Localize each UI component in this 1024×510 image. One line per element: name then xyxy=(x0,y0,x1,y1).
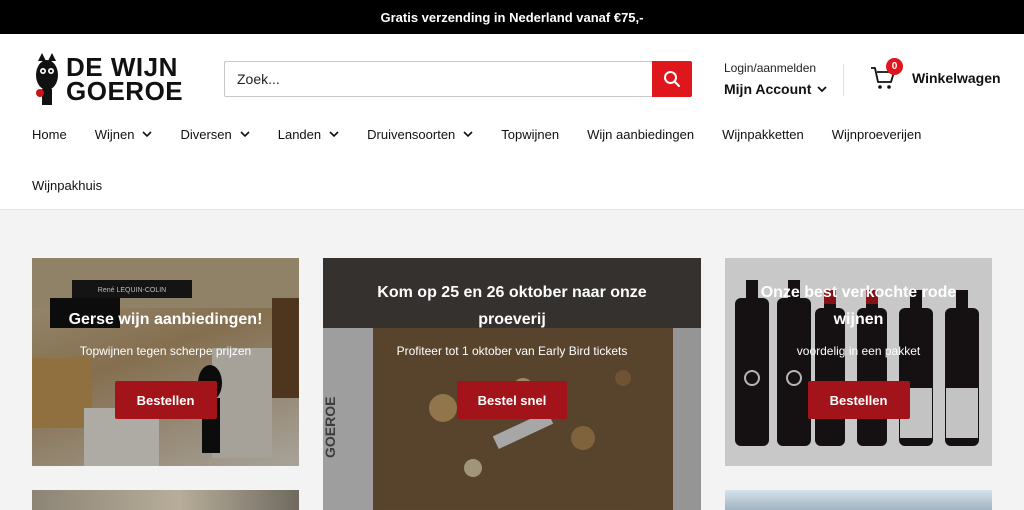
search-input[interactable] xyxy=(224,61,652,97)
my-account-toggle[interactable]: Mijn Account xyxy=(724,81,828,97)
chevron-down-icon xyxy=(142,130,153,137)
promo-card-partial-right[interactable] xyxy=(725,490,992,510)
main-navigation: Home Wijnen Diversen Landen Druivensoort… xyxy=(32,122,992,197)
mascot-logo-icon xyxy=(36,53,58,105)
announcement-bar: Gratis verzending in Nederland vanaf €75… xyxy=(0,0,1024,34)
chevron-down-icon xyxy=(329,130,339,137)
nav-row: Wijnpakhuis xyxy=(32,173,992,197)
card-order-button[interactable]: Bestellen xyxy=(114,381,217,419)
nav-item-label: Wijnpakhuis xyxy=(32,177,103,193)
card-subtitle: Topwijnen tegen scherpe prijzen xyxy=(79,344,252,358)
nav-item-wijnpakhuis[interactable]: Wijnpakhuis xyxy=(32,178,102,193)
card-subtitle: Profiteer tot 1 oktober van Early Bird t… xyxy=(396,344,628,358)
nav-item-wijnproeverijen[interactable]: Wijnproeverijen xyxy=(832,127,922,142)
card-title: Onze best verkochte rode wijnen xyxy=(760,284,957,328)
nav-item-label: Wijnpakketten xyxy=(722,126,804,142)
announcement-text: Gratis verzending in Nederland vanaf €75… xyxy=(380,9,644,25)
nav-item-label: Wijn aanbiedingen xyxy=(587,126,695,142)
nav-item-wijn-aanbiedingen[interactable]: Wijn aanbiedingen xyxy=(587,127,694,142)
nav-item-druivensoorten[interactable]: Druivensoorten xyxy=(367,127,473,142)
card-order-button[interactable]: Bestellen xyxy=(807,381,910,419)
cart-link[interactable]: 0 Winkelwagen xyxy=(870,58,1001,90)
search-icon xyxy=(664,71,680,87)
card-order-button[interactable]: Bestel snel xyxy=(457,381,567,419)
nav-item-landen[interactable]: Landen xyxy=(278,127,339,142)
promo-card-proeverij[interactable]: GOEROE Kom op 25 en 26 oktober naar onze… xyxy=(323,258,701,510)
card-overlay xyxy=(32,258,299,466)
card-subtitle: voordelig in een pakket xyxy=(796,344,921,358)
chevron-down-icon xyxy=(240,130,250,137)
nav-item-label: Wijnproeverijen xyxy=(831,126,922,142)
logo-line-2: GOEROE xyxy=(66,76,184,106)
logo-wordmark: DE WIJN GOEROE xyxy=(66,54,184,106)
nav-item-wijnen[interactable]: Wijnen xyxy=(95,127,153,142)
header-divider xyxy=(843,64,844,96)
chevron-down-icon xyxy=(463,130,473,137)
promo-card-rode-wijnen[interactable]: Onze best verkochte rode wijnen voordeli… xyxy=(725,258,992,466)
nav-item-label: Diversen xyxy=(180,126,232,142)
cart-icon: 0 xyxy=(870,58,903,90)
site-header: DE WIJN GOEROE Login/aanmelden Mijn Acco… xyxy=(0,34,1024,210)
nav-item-home[interactable]: Home xyxy=(32,127,67,142)
promo-card-aanbiedingen[interactable]: René LEQUIN-COLIN Gerse wijn aanbiedinge… xyxy=(32,258,299,466)
promo-card-partial-left[interactable] xyxy=(32,490,299,510)
search-bar xyxy=(224,61,692,97)
nav-item-label: Landen xyxy=(277,126,322,142)
nav-item-label: Druivensoorten xyxy=(367,126,456,142)
nav-item-wijnpakketten[interactable]: Wijnpakketten xyxy=(722,127,804,142)
chevron-down-icon xyxy=(817,85,828,92)
nav-item-label: Topwijnen xyxy=(501,126,560,142)
nav-row: Home Wijnen Diversen Landen Druivensoort… xyxy=(32,122,992,146)
search-button[interactable] xyxy=(652,61,692,97)
cart-label: Winkelwagen xyxy=(912,70,1001,86)
login-link[interactable]: Login/aanmelden xyxy=(724,61,827,75)
nav-item-label: Home xyxy=(32,126,67,142)
nav-item-diversen[interactable]: Diversen xyxy=(180,126,250,142)
card-title: Gerse wijn aanbiedingen! xyxy=(68,311,263,328)
nav-item-topwijnen[interactable]: Topwijnen xyxy=(501,127,559,142)
site-logo[interactable]: DE WIJN GOEROE xyxy=(32,50,192,108)
my-account-label: Mijn Account xyxy=(724,81,812,97)
card-title: Kom op 25 en 26 oktober naar onze proeve… xyxy=(377,284,647,328)
account-menu[interactable]: Login/aanmelden Mijn Account xyxy=(724,61,828,97)
nav-item-label: Wijnen xyxy=(94,126,135,142)
cart-count-badge: 0 xyxy=(886,58,903,75)
